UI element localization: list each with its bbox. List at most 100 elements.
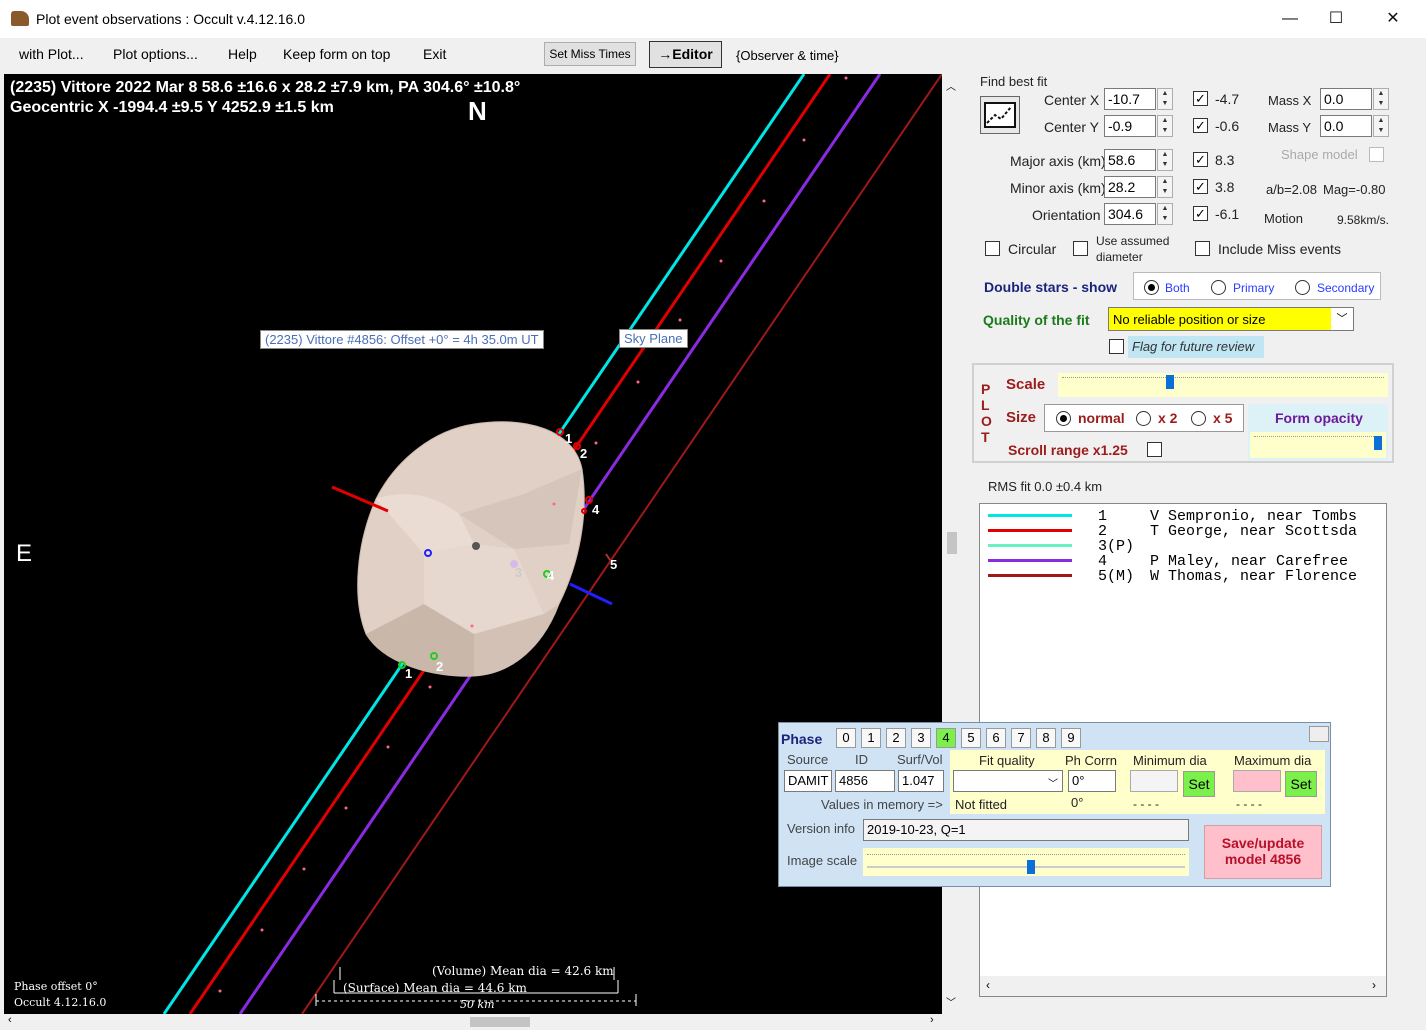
major-axis-input[interactable]: 58.6 [1104, 149, 1156, 171]
chevron-down-icon[interactable]: ﹀ [1048, 775, 1058, 790]
menu-help[interactable]: Help [228, 46, 257, 62]
phase-1-button[interactable]: 1 [861, 728, 881, 748]
plot-horizontal-scrollbar[interactable]: ‹ › [4, 1014, 942, 1030]
chord-label: 1 [565, 431, 573, 446]
scale-slider[interactable] [1058, 373, 1388, 397]
scroll-right-icon[interactable]: › [1372, 978, 1376, 992]
phase-5-button[interactable]: 5 [961, 728, 981, 748]
minor-axis-checkbox[interactable]: ✓ [1193, 179, 1208, 194]
ph-corr-field[interactable]: 0° [1068, 770, 1116, 792]
center-y-input[interactable]: -0.9 [1104, 115, 1156, 137]
form-opacity-label: Form opacity [1275, 410, 1363, 426]
orientation-checkbox[interactable]: ✓ [1193, 206, 1208, 221]
legend-row[interactable]: 1 V Sempronio, near Tombs [980, 508, 1386, 525]
legend-horizontal-scrollbar[interactable]: ‹ › [980, 976, 1386, 996]
scroll-range-label: Scroll range x1.25 [1008, 442, 1128, 458]
minor-axis-input[interactable]: 28.2 [1104, 176, 1156, 198]
use-assumed-diameter-checkbox[interactable] [1073, 241, 1088, 256]
phase-6-button[interactable]: 6 [986, 728, 1006, 748]
center-x-spinner[interactable]: ▲ ▼ [1157, 88, 1173, 110]
phase-9-button[interactable]: 9 [1061, 728, 1081, 748]
major-axis-checkbox[interactable]: ✓ [1193, 152, 1208, 167]
mass-y-label: Mass Y [1268, 120, 1312, 135]
phase-8-button[interactable]: 8 [1036, 728, 1056, 748]
save-update-model-button[interactable]: Save/update model 4856 [1204, 825, 1322, 879]
legend-row[interactable]: 5(M) W Thomas, near Florence [980, 568, 1386, 585]
phase-label: Phase [781, 731, 823, 747]
menu-plot-options[interactable]: Plot options... [113, 46, 198, 62]
mass-x-spinner[interactable]: ▲ ▼ [1373, 88, 1389, 110]
surf-vol-field[interactable]: 1.047 [898, 770, 944, 792]
center-x-label: Center X [1044, 92, 1100, 108]
min-dia-field[interactable] [1130, 770, 1178, 792]
scroll-left-icon[interactable]: ‹ [986, 978, 990, 992]
double-primary-radio[interactable] [1211, 280, 1226, 295]
double-secondary-radio[interactable] [1295, 280, 1310, 295]
scroll-down-icon[interactable]: ﹀ [946, 994, 956, 1009]
fit-quality-select[interactable]: ﹀ [953, 770, 1063, 792]
orientation-spinner[interactable]: ▲ ▼ [1157, 203, 1173, 225]
editor-button[interactable]: →Editor [649, 41, 722, 68]
scroll-range-checkbox[interactable] [1147, 442, 1162, 457]
scroll-thumb[interactable] [947, 532, 957, 554]
center-x-input[interactable]: -10.7 [1104, 88, 1156, 110]
phase-3-button[interactable]: 3 [911, 728, 931, 748]
legend-row[interactable]: 2 T George, near Scottsda [980, 523, 1386, 540]
shape-model-checkbox[interactable] [1369, 147, 1384, 162]
menu-keep-on-top[interactable]: Keep form on top [283, 46, 390, 62]
max-dia-field[interactable] [1233, 770, 1281, 792]
rms-fit-label: RMS fit 0.0 ±0.4 km [988, 479, 1103, 494]
chevron-down-icon[interactable]: ﹀ [1331, 308, 1353, 330]
form-opacity-slider-thumb[interactable] [1374, 436, 1382, 450]
double-both-radio[interactable] [1144, 280, 1159, 295]
scroll-right-icon[interactable]: › [930, 1014, 934, 1026]
minor-axis-spinner[interactable]: ▲ ▼ [1157, 176, 1173, 198]
size-normal-radio[interactable] [1056, 411, 1071, 426]
orientation-step: -6.1 [1215, 206, 1240, 222]
circular-checkbox[interactable] [985, 241, 1000, 256]
form-opacity-slider[interactable] [1250, 432, 1386, 458]
image-scale-slider[interactable] [863, 848, 1189, 876]
minimize-button[interactable]: — [1267, 0, 1313, 38]
maximize-button[interactable]: ☐ [1313, 0, 1359, 38]
phase-2-button[interactable]: 2 [886, 728, 906, 748]
mass-x-input[interactable]: 0.0 [1320, 88, 1372, 110]
scale-slider-thumb[interactable] [1166, 375, 1174, 389]
include-miss-checkbox[interactable] [1195, 241, 1210, 256]
quality-label: Quality of the fit [983, 312, 1090, 328]
menu-with-plot[interactable]: with Plot... [19, 46, 84, 62]
close-button[interactable]: ✕ [1370, 0, 1416, 38]
center-y-checkbox[interactable]: ✓ [1193, 118, 1208, 133]
center-x-step: -4.7 [1215, 91, 1240, 107]
phase-0-button[interactable]: 0 [836, 728, 856, 748]
legend-row[interactable]: 3(P) [980, 538, 1386, 555]
size-x5-radio[interactable] [1191, 411, 1206, 426]
set-miss-times-button[interactable]: Set Miss Times [544, 42, 636, 66]
mass-y-input[interactable]: 0.0 [1320, 115, 1372, 137]
set-max-dia-button[interactable]: Set [1285, 771, 1317, 797]
center-x-checkbox[interactable]: ✓ [1193, 91, 1208, 106]
scroll-thumb[interactable] [470, 1017, 530, 1027]
orientation-input[interactable]: 304.6 [1104, 203, 1156, 225]
magnitude-label: Mag=-0.80 [1323, 182, 1386, 197]
quality-select[interactable]: No reliable position or size ﹀ [1108, 307, 1354, 331]
version-info-field[interactable]: 2019-10-23, Q=1 [863, 819, 1189, 841]
orientation-label: Orientation [1032, 207, 1101, 223]
find-best-fit-button[interactable] [980, 96, 1020, 134]
major-axis-spinner[interactable]: ▲ ▼ [1157, 149, 1173, 171]
center-y-spinner[interactable]: ▲ ▼ [1157, 115, 1173, 137]
legend-row[interactable]: 4 P Maley, near Carefree [980, 553, 1386, 570]
scroll-left-icon[interactable]: ‹ [8, 1014, 12, 1026]
menu-exit[interactable]: Exit [423, 46, 446, 62]
set-min-dia-button[interactable]: Set [1183, 771, 1215, 797]
image-scale-slider-thumb[interactable] [1027, 860, 1035, 874]
panel-close-button[interactable] [1309, 726, 1329, 742]
phase-7-button[interactable]: 7 [1011, 728, 1031, 748]
id-field[interactable]: 4856 [835, 770, 895, 792]
mass-y-spinner[interactable]: ▲ ▼ [1373, 115, 1389, 137]
phase-4-button[interactable]: 4 [936, 728, 956, 748]
source-field[interactable]: DAMIT [784, 770, 832, 792]
flag-review-checkbox[interactable] [1109, 339, 1124, 354]
size-x2-radio[interactable] [1136, 411, 1151, 426]
scroll-up-icon[interactable]: ︿ [946, 78, 956, 93]
